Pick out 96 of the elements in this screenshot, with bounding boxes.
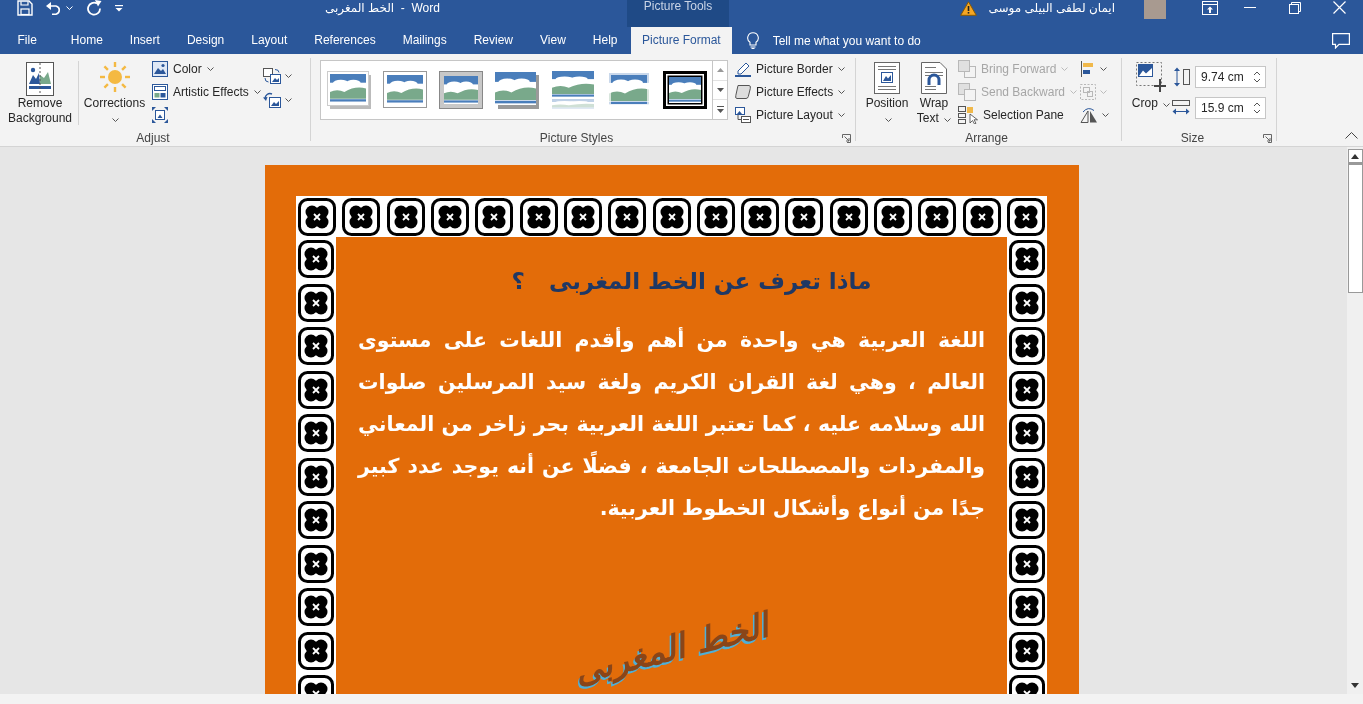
ribbon-tab[interactable]: Mailings xyxy=(389,27,461,54)
picture-icon xyxy=(152,60,168,77)
width-field[interactable]: 15.9 cm xyxy=(1195,97,1266,119)
page-arch-icon xyxy=(921,62,947,94)
corner-arrow-icon xyxy=(842,133,851,143)
caret-up-icon xyxy=(716,68,724,73)
page-picture-icon xyxy=(874,62,900,94)
dropdown-icon xyxy=(115,4,123,12)
crop-icon xyxy=(1136,62,1166,92)
minimize-icon xyxy=(1244,7,1256,8)
remove-background-button[interactable]: Remove Background xyxy=(4,57,76,130)
group-label: Arrange xyxy=(965,130,1008,146)
more-caret-icon xyxy=(716,106,724,114)
save-button[interactable] xyxy=(17,0,33,16)
rounded-shape-icon xyxy=(735,84,751,99)
rotate-icon xyxy=(1080,106,1098,123)
ribbon-tab[interactable]: Layout xyxy=(237,27,301,54)
picture-icon xyxy=(26,62,54,96)
height-icon xyxy=(1172,67,1190,87)
picture-layout-button[interactable]: Picture Layout xyxy=(735,103,845,126)
close-button[interactable] xyxy=(1333,0,1346,15)
picture-corners-icon xyxy=(152,106,168,123)
triangle-up-icon xyxy=(1351,153,1359,159)
picture-style-icon[interactable] xyxy=(663,71,707,109)
dialog-launcher-button[interactable] xyxy=(1263,133,1272,143)
user-name[interactable]: ايمان لطفى البيلى موسى xyxy=(988,0,1115,16)
picture-grid-icon xyxy=(152,83,168,100)
caret-down-icon xyxy=(716,88,724,92)
bring-forward-icon xyxy=(958,59,976,78)
dialog-launcher-button[interactable] xyxy=(842,133,851,143)
save-icon xyxy=(17,0,33,16)
close-icon xyxy=(1333,1,1346,14)
collapse-ribbon-button[interactable] xyxy=(1345,132,1358,139)
color-button[interactable]: Color xyxy=(152,57,214,80)
position-button[interactable]: Position xyxy=(861,57,913,130)
send-backward-icon xyxy=(958,82,976,101)
restore-button[interactable] xyxy=(1288,0,1301,15)
height-field[interactable]: 9.74 cm xyxy=(1195,66,1266,88)
scroll-thumb[interactable] xyxy=(1347,163,1363,293)
swap-pictures-icon xyxy=(263,68,281,84)
corner-arrow-icon xyxy=(1263,133,1272,143)
group-label: Adjust xyxy=(136,130,170,146)
caret-icon xyxy=(1100,66,1107,71)
lightbulb-icon xyxy=(746,32,759,49)
body-paragraph: اللغة العربية هي واحدة من أهم وأقدم اللغات على مستوى العالم ، وهي لغة القران الكريم ولغة سيد المرسلين صلوات الله وسلامه عليه ، كما تعتبر اللغة العربية بحر زاخر من المعاني والمفردات والمصطلحات الجامعة ، فضلًا عن أنه يوجد عدد كبير جدًا من أنواع وأشكال الخطوط العربية. xyxy=(358,326,985,522)
ribbon-display-options-button[interactable] xyxy=(1202,0,1218,15)
scroll-up-button[interactable] xyxy=(1347,149,1363,163)
contextual-tab-header: Picture Tools xyxy=(627,0,729,27)
picture-reset-icon xyxy=(263,92,281,108)
caret-icon xyxy=(285,98,292,102)
restore-icon xyxy=(1288,1,1301,14)
group-objects-icon xyxy=(1080,83,1096,100)
ribbon-tab[interactable]: Home xyxy=(57,27,117,54)
warning-icon xyxy=(960,1,978,16)
comments-button[interactable] xyxy=(1332,32,1350,49)
caret-icon xyxy=(1100,89,1107,94)
ribbon-tab[interactable]: References xyxy=(300,27,390,54)
group-label: Picture Styles xyxy=(539,130,614,146)
caret-icon xyxy=(1102,112,1109,117)
selection-pane-button[interactable]: Selection Pane xyxy=(958,103,1064,126)
corrections-button[interactable]: Corrections xyxy=(80,57,149,130)
artistic-effects-button[interactable]: Artistic Effects xyxy=(152,80,261,103)
document-title: ماذا تعرف عن الخط المغربى ؟ xyxy=(510,267,873,297)
width-icon xyxy=(1172,100,1190,116)
spinner-icon xyxy=(1253,101,1261,115)
picture-effects-button[interactable]: Picture Effects xyxy=(735,80,846,103)
chevron-up-icon xyxy=(1345,132,1358,139)
tell-me-field[interactable]: Tell me what you want to do xyxy=(772,27,943,54)
picture-border-button[interactable]: Picture Border xyxy=(735,57,845,80)
align-icon xyxy=(1080,60,1096,77)
triangle-down-icon xyxy=(1351,682,1359,688)
sun-icon xyxy=(99,62,130,92)
undo-icon xyxy=(46,1,62,15)
undo-button[interactable] xyxy=(46,0,73,16)
vertical-scrollbar[interactable] xyxy=(1347,147,1363,694)
redo-icon xyxy=(86,0,102,16)
ribbon-tab[interactable]: Insert xyxy=(116,27,174,54)
pencil-icon xyxy=(735,60,751,77)
redo-button[interactable] xyxy=(86,0,102,16)
speech-bubble-icon xyxy=(1332,32,1350,49)
ribbon-tab[interactable]: View xyxy=(526,27,580,54)
ribbon-tab[interactable]: Design xyxy=(173,27,238,54)
wrap-text-button[interactable]: Wrap Text xyxy=(913,57,955,130)
ribbon-tab[interactable]: Help xyxy=(579,27,631,54)
ribbon-tab[interactable]: Picture Format xyxy=(631,27,732,54)
calligraphy-title: الخط المغربى xyxy=(569,603,773,694)
picture-layout-icon xyxy=(735,106,751,123)
window-title: الخط المغربى - Word xyxy=(325,0,441,16)
caret-icon xyxy=(66,6,73,10)
selection-pane-icon xyxy=(958,105,978,124)
caret-icon xyxy=(285,74,292,78)
group-label: Size xyxy=(1180,130,1205,146)
spinner-icon xyxy=(1253,70,1261,84)
ribbon-tab[interactable]: File xyxy=(4,27,51,54)
crop-button[interactable]: Crop xyxy=(1130,57,1172,130)
ribbon-tab[interactable]: Review xyxy=(460,27,527,54)
